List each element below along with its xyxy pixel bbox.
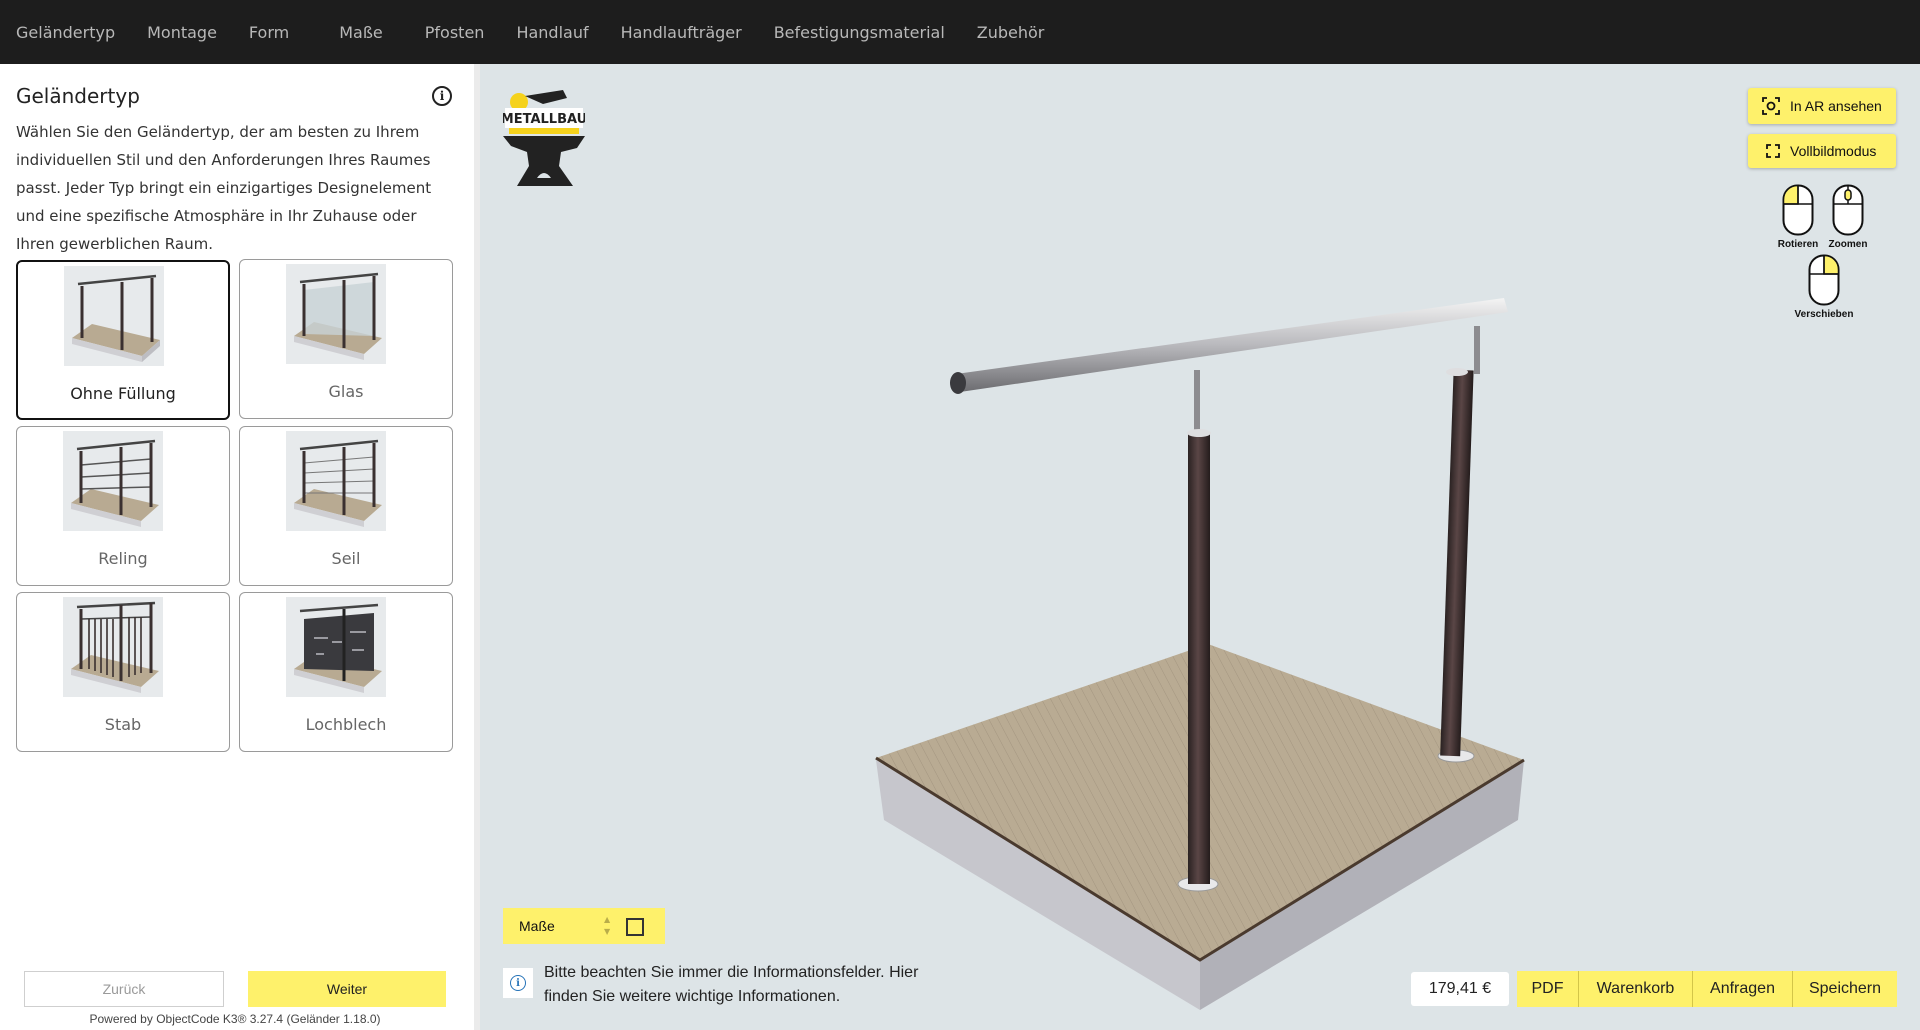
nav-item-zubehoer[interactable]: Zubehör [977, 23, 1045, 42]
fullscreen-label: Vollbildmodus [1790, 143, 1877, 159]
metallbau-logo: METALLBAU [501, 86, 587, 194]
masse-checkbox[interactable] [626, 918, 644, 936]
hint-text: Bitte beachten Sie immer die Information… [544, 964, 919, 1005]
mouse-pan-help: Verschieben [1792, 254, 1856, 320]
option-label: Stab [104, 715, 142, 734]
fullscreen-button[interactable]: Vollbildmodus [1748, 134, 1896, 168]
mouse-zoom-help: Zoomen [1822, 184, 1874, 250]
cart-button[interactable]: Warenkorb [1579, 971, 1693, 1007]
railing-thumbnail-stab [63, 597, 163, 697]
railing-thumbnail-reling [63, 431, 163, 531]
nav-item-montage[interactable]: Montage [147, 23, 217, 42]
railing-thumbnail-ohne-fuellung [64, 266, 164, 366]
railing-thumbnail-lochblech [286, 597, 386, 697]
hint-info-icon: i [503, 968, 533, 998]
option-reling[interactable]: Reling [16, 426, 230, 586]
railing-thumbnail-seil [286, 431, 386, 531]
mouse-zoom-label: Zoomen [1828, 239, 1868, 250]
option-label: Lochblech [305, 715, 387, 734]
nav-item-pfosten[interactable]: Pfosten [425, 23, 485, 42]
inquire-button[interactable]: Anfragen [1693, 971, 1793, 1007]
nav-item-handlauf[interactable]: Handlauf [516, 23, 588, 42]
pdf-button[interactable]: PDF [1517, 971, 1579, 1007]
top-navigation: Geländertyp Montage Form Maße Pfosten Ha… [0, 0, 1920, 64]
back-button[interactable]: Zurück [24, 971, 224, 1007]
option-stab[interactable]: Stab [16, 592, 230, 752]
save-button[interactable]: Speichern [1793, 971, 1897, 1007]
option-label: Reling [98, 549, 148, 568]
sidebar-description: Wählen Sie den Geländertyp, der am beste… [16, 123, 432, 253]
mouse-right-click-icon [1808, 254, 1840, 306]
option-label: Ohne Füllung [70, 384, 176, 403]
mouse-left-click-icon [1782, 184, 1814, 236]
price-display: 179,41 € [1411, 972, 1509, 1006]
option-lochblech[interactable]: Lochblech [239, 592, 453, 752]
mouse-pan-label: Verschieben [1794, 309, 1854, 320]
option-glas[interactable]: Glas [239, 259, 453, 419]
nav-item-handlauftraeger[interactable]: Handlaufträger [621, 23, 742, 42]
nav-item-masse[interactable]: Maße [339, 23, 383, 42]
mouse-rotate-help: Rotieren [1772, 184, 1824, 250]
railing-3d-model[interactable] [860, 290, 1540, 1010]
ar-view-label: In AR ansehen [1790, 98, 1882, 114]
powered-by-text: Powered by ObjectCode K3® 3.27.4 (Geländ… [89, 1012, 381, 1026]
nav-item-form[interactable]: Form [249, 23, 289, 42]
fullscreen-icon [1766, 144, 1780, 158]
mouse-rotate-label: Rotieren [1777, 239, 1819, 250]
info-icon[interactable]: i [432, 86, 452, 106]
nav-item-gelaendertyp[interactable]: Geländertyp [16, 23, 115, 42]
option-ohne-fuellung[interactable]: Ohne Füllung [16, 260, 230, 420]
ar-icon [1762, 97, 1780, 115]
railing-thumbnail-glas [286, 264, 386, 364]
mouse-scroll-icon [1832, 184, 1864, 236]
action-bar: PDF Warenkorb Anfragen Speichern [1517, 971, 1897, 1007]
spinner-arrows-icon: ▲ ▼ [604, 915, 611, 936]
option-label: Glas [328, 382, 364, 401]
sidebar-title: Geländertyp [16, 84, 140, 108]
ar-view-button[interactable]: In AR ansehen [1748, 88, 1896, 124]
nav-item-befestigungsmaterial[interactable]: Befestigungsmaterial [774, 23, 945, 42]
masse-label: Maße [519, 918, 555, 934]
logo-text: METALLBAU [503, 112, 585, 127]
next-button[interactable]: Weiter [248, 971, 446, 1007]
option-label: Seil [331, 549, 361, 568]
option-seil[interactable]: Seil [239, 426, 453, 586]
